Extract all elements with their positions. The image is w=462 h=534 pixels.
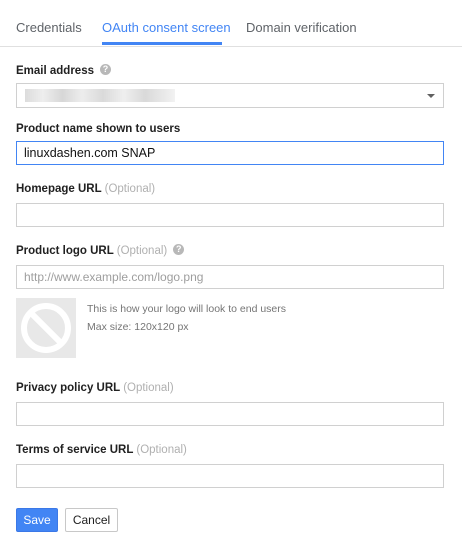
tab-domain-verification[interactable]: Domain verification <box>246 20 357 35</box>
active-tab-indicator <box>102 42 222 45</box>
product-logo-url-field[interactable] <box>16 265 444 289</box>
product-logo-url-input[interactable] <box>17 266 441 288</box>
logo-preview <box>16 298 76 358</box>
no-image-icon <box>21 303 71 353</box>
homepage-url-field[interactable] <box>16 203 444 227</box>
save-button[interactable]: Save <box>16 508 58 532</box>
homepage-url-input[interactable] <box>17 204 441 226</box>
product-name-label: Product name shown to users <box>16 123 181 135</box>
tab-bar: Credentials OAuth consent screen Domain … <box>0 0 462 47</box>
optional-hint: (Optional) <box>104 183 156 195</box>
help-icon[interactable]: ? <box>99 64 111 76</box>
terms-of-service-url-label: Terms of service URL (Optional) <box>16 444 187 456</box>
email-address-select[interactable] <box>16 83 444 108</box>
product-name-input[interactable] <box>17 142 441 164</box>
homepage-url-label: Homepage URL (Optional) <box>16 183 155 195</box>
product-name-field[interactable] <box>16 141 444 165</box>
optional-hint: (Optional) <box>123 382 174 394</box>
tab-credentials[interactable]: Credentials <box>16 20 82 35</box>
logo-preview-hint: This is how your logo will look to end u… <box>87 303 287 315</box>
product-logo-url-label-text: Product logo URL <box>16 245 114 257</box>
email-address-label: Email address? <box>16 64 111 77</box>
cancel-button[interactable]: Cancel <box>65 508 118 532</box>
terms-of-service-url-input[interactable] <box>17 465 441 487</box>
terms-of-service-url-field[interactable] <box>16 464 444 488</box>
redacted-email-value <box>25 89 175 102</box>
privacy-policy-url-input[interactable] <box>17 403 441 425</box>
tab-oauth-consent-screen[interactable]: OAuth consent screen <box>102 20 231 35</box>
help-icon[interactable]: ? <box>173 244 185 256</box>
chevron-down-icon <box>427 94 435 98</box>
optional-hint: (Optional) <box>136 444 187 456</box>
optional-hint: (Optional) <box>116 245 168 257</box>
email-address-label-text: Email address <box>16 65 94 77</box>
product-logo-url-label: Product logo URL (Optional)? <box>16 244 185 257</box>
privacy-policy-url-field[interactable] <box>16 402 444 426</box>
logo-max-size: Max size: 120x120 px <box>87 321 189 333</box>
privacy-policy-url-label: Privacy policy URL (Optional) <box>16 382 174 394</box>
privacy-policy-url-label-text: Privacy policy URL <box>16 382 120 394</box>
terms-of-service-url-label-text: Terms of service URL <box>16 444 134 456</box>
homepage-url-label-text: Homepage URL <box>16 183 102 195</box>
